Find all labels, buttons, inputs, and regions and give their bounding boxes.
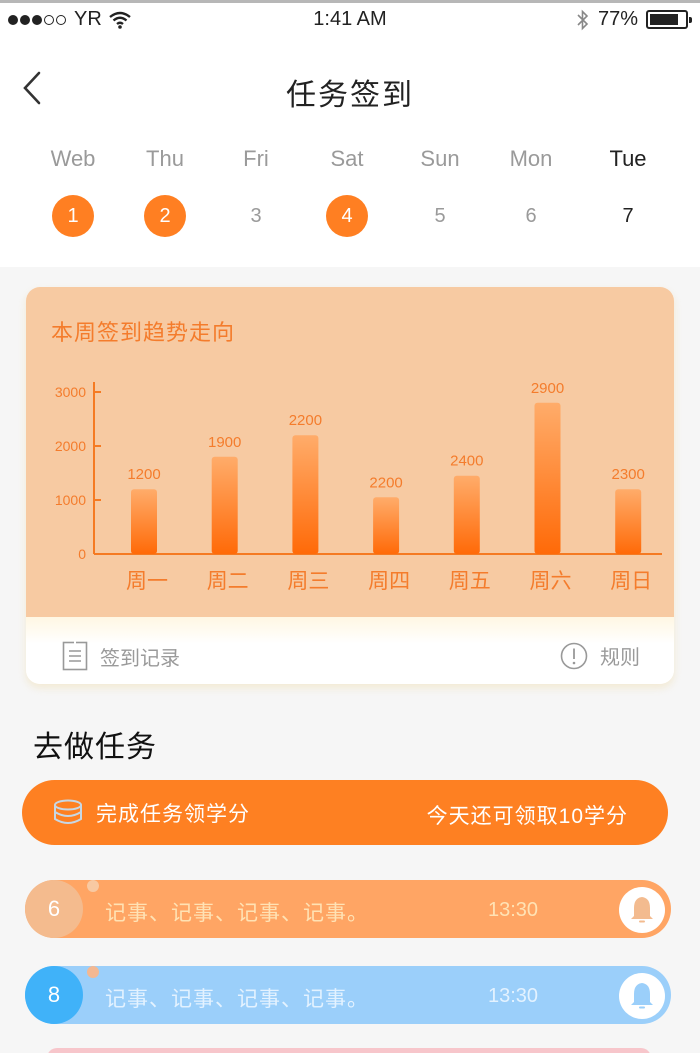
bar-value-label: 2400 xyxy=(450,453,483,470)
bluetooth-icon xyxy=(577,9,589,30)
bar xyxy=(453,475,480,554)
bar xyxy=(211,456,238,554)
bar-value-label: 2900 xyxy=(531,380,564,397)
day-item[interactable]: Tue 7 xyxy=(583,146,673,237)
bar xyxy=(615,489,642,554)
bar xyxy=(534,402,561,554)
bar xyxy=(373,497,400,554)
card-footer: 签到记录 规则 xyxy=(26,617,674,684)
day-number: 5 xyxy=(434,205,446,227)
bar-value-label: 1900 xyxy=(208,434,241,451)
y-tick-label: 1000 xyxy=(55,492,86,508)
page-title: 任务签到 xyxy=(286,79,414,112)
decor-bubble xyxy=(87,880,99,892)
banner-right-label: 今天还可领取10学分 xyxy=(426,805,628,828)
x-tick-label: 周一 xyxy=(126,569,168,593)
nav-bar: 任务签到 xyxy=(0,60,700,120)
task-badge: 8 xyxy=(25,966,83,1024)
bar-value-label: 1200 xyxy=(127,466,160,483)
trend-card: 本周签到趋势走向 0 1000 2000 3000 1200 周一 1900 周二 2200 周三… xyxy=(26,287,674,684)
day-name: Web xyxy=(50,146,96,171)
task-time: 13:30 xyxy=(488,899,539,921)
day-number: 1 xyxy=(52,195,94,237)
records-link[interactable]: 签到记录 xyxy=(62,641,180,671)
day-number: 3 xyxy=(250,205,262,227)
day-number: 4 xyxy=(326,195,368,237)
exclamation-circle-icon xyxy=(560,642,588,669)
task-item[interactable]: 8 记事、记事、记事、记事。 13:30 xyxy=(25,966,671,1024)
y-tick-label: 2000 xyxy=(55,438,86,454)
day-item[interactable]: Sun 5 xyxy=(395,146,485,237)
bar-value-label: 2200 xyxy=(369,474,402,491)
y-tick-label: 3000 xyxy=(55,384,86,400)
bar-value-label: 2300 xyxy=(612,466,645,483)
day-item[interactable]: Thu 2 xyxy=(120,146,210,237)
day-item[interactable]: Fri 3 xyxy=(211,146,301,237)
day-number: 7 xyxy=(622,205,634,227)
earn-credits-banner[interactable]: 完成任务领学分 今天还可领取10学分 xyxy=(22,780,668,845)
top-border xyxy=(0,0,700,3)
document-list-icon xyxy=(62,641,88,671)
task-item-partial[interactable] xyxy=(47,1048,651,1053)
day-name: Fri xyxy=(243,146,269,171)
day-name: Thu xyxy=(146,146,184,171)
x-tick-label: 周二 xyxy=(207,569,249,593)
x-tick-label: 周六 xyxy=(530,569,572,593)
task-text: 记事、记事、记事、记事。 xyxy=(105,902,369,925)
header-area: YR 1:41 AM 77% 任务签到 Web 1 Thu 2 Fri 3 Sa… xyxy=(0,0,700,267)
battery-icon xyxy=(646,10,692,29)
day-item[interactable]: Web 1 xyxy=(28,146,118,237)
task-item[interactable]: 6 记事、记事、记事、记事。 13:30 xyxy=(25,880,671,938)
day-number: 2 xyxy=(144,195,186,237)
bell-icon xyxy=(631,983,653,1009)
bar-chart: 0 1000 2000 3000 1200 周一 1900 周二 2200 周三 2200 周四 240… xyxy=(55,380,662,593)
section-title: 去做任务 xyxy=(33,731,157,764)
day-item[interactable]: Mon 6 xyxy=(486,146,576,237)
y-tick-label: 0 xyxy=(78,546,86,562)
records-label: 签到记录 xyxy=(100,647,180,670)
reminder-button[interactable] xyxy=(619,887,665,933)
x-tick-label: 周四 xyxy=(368,569,410,593)
day-name: Mon xyxy=(509,146,553,171)
day-name: Sun xyxy=(420,146,460,171)
coins-stack-icon xyxy=(54,799,82,824)
x-tick-label: 周日 xyxy=(610,569,652,593)
battery-percent: 77% xyxy=(597,8,638,30)
day-name: Tue xyxy=(609,146,647,171)
rules-link[interactable]: 规则 xyxy=(560,641,640,670)
day-item[interactable]: Sat 4 xyxy=(302,146,392,237)
bell-icon xyxy=(631,897,653,923)
bar xyxy=(131,489,157,554)
x-tick-label: 周五 xyxy=(449,569,491,593)
day-name: Sat xyxy=(330,146,364,171)
rules-label: 规则 xyxy=(600,647,640,669)
x-tick-label: 周三 xyxy=(287,569,329,593)
chart-area: 本周签到趋势走向 0 1000 2000 3000 1200 周一 1900 周二 2200 周三… xyxy=(26,287,674,617)
reminder-button[interactable] xyxy=(619,973,665,1019)
task-text: 记事、记事、记事、记事。 xyxy=(105,988,369,1011)
bar-value-label: 2200 xyxy=(289,412,322,429)
status-bar: YR 1:41 AM 77% xyxy=(0,6,700,36)
task-badge: 6 xyxy=(25,880,83,938)
task-time: 13:30 xyxy=(488,985,539,1007)
decor-bubble xyxy=(87,966,99,978)
banner-left-label: 完成任务领学分 xyxy=(96,803,250,826)
bar xyxy=(292,435,319,554)
day-number: 6 xyxy=(525,205,537,227)
